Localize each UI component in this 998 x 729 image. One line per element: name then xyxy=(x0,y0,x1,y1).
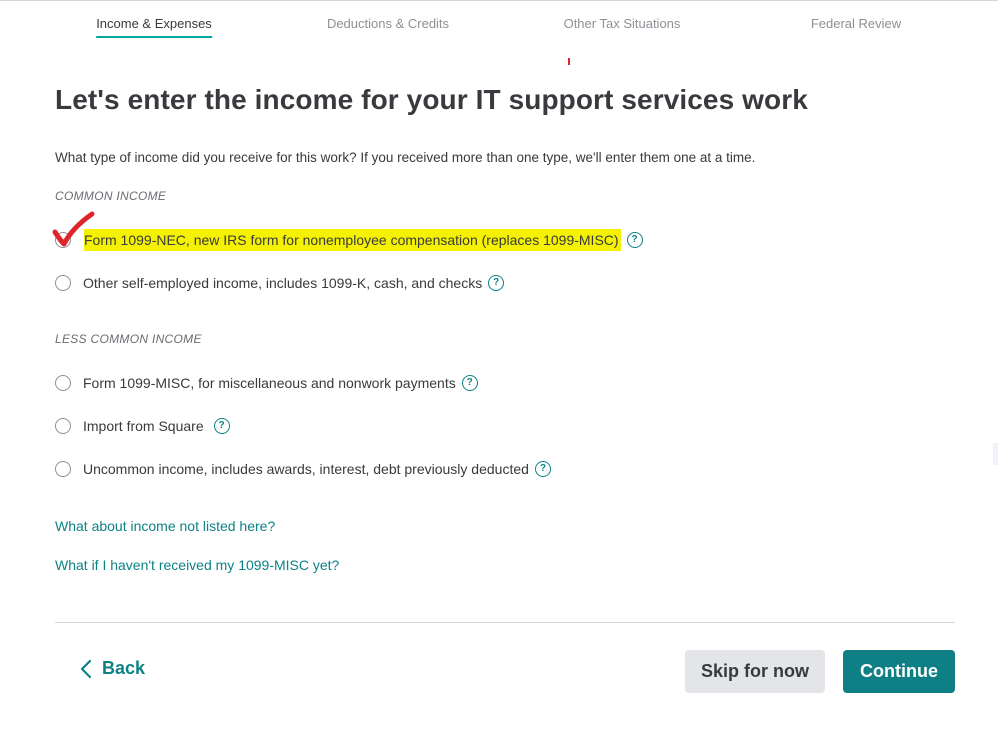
option-label-main: Import from Square xyxy=(83,418,204,434)
option-label: Uncommon income, includes awards, intere… xyxy=(83,461,529,477)
question-circle-icon[interactable]: ? xyxy=(461,375,478,391)
back-button-label: Back xyxy=(102,658,146,678)
continue-button[interactable]: Continue xyxy=(843,650,955,693)
option-label: Other self-employed income, includes 109… xyxy=(83,275,482,291)
radio-uncommon-income[interactable] xyxy=(55,461,71,477)
question-circle-icon[interactable]: ? xyxy=(534,461,551,477)
divider xyxy=(55,622,955,623)
option-1099-misc[interactable]: Form 1099-MISC, for miscellaneous and no… xyxy=(55,372,478,394)
tab-income-expenses[interactable]: Income & Expenses xyxy=(96,16,212,38)
progress-tabs: Income & Expenses Deductions & Credits O… xyxy=(0,0,998,44)
link-not-received-1099-misc[interactable]: What if I haven't received my 1099-MISC … xyxy=(55,557,339,573)
option-label-main: Other self-employed income xyxy=(83,275,259,291)
option-label-main: Uncommon income xyxy=(83,461,204,477)
question-circle-icon[interactable]: ? xyxy=(488,275,505,291)
radio-1099-misc[interactable] xyxy=(55,375,71,391)
annotation-mark xyxy=(568,58,570,65)
tab-federal-review[interactable]: Federal Review xyxy=(811,16,901,36)
option-label-sub: , new IRS form for nonemployee compensat… xyxy=(185,232,619,248)
option-label: Import from Square xyxy=(83,418,204,434)
option-1099-nec[interactable]: Form 1099-NEC, new IRS form for nonemplo… xyxy=(55,229,643,251)
page-title: Let's enter the income for your IT suppo… xyxy=(55,84,808,115)
question-circle-icon[interactable]: ? xyxy=(626,232,643,248)
option-label-sub: , includes awards, interest, debt previo… xyxy=(203,461,529,477)
skip-for-now-button[interactable]: Skip for now xyxy=(685,650,825,693)
tab-other-tax-situations[interactable]: Other Tax Situations xyxy=(564,16,681,36)
tab-deductions-credits[interactable]: Deductions & Credits xyxy=(327,16,449,36)
question-circle-icon[interactable]: ? xyxy=(213,418,230,434)
back-button[interactable]: Back xyxy=(80,658,145,679)
section-label-common: COMMON INCOME xyxy=(55,189,167,203)
scrollbar-thumb[interactable] xyxy=(993,443,998,465)
option-self-employed[interactable]: Other self-employed income, includes 109… xyxy=(55,272,505,294)
section-label-less-common: LESS COMMON INCOME xyxy=(55,332,202,346)
radio-import-square[interactable] xyxy=(55,418,71,434)
option-label-main: Form 1099-NEC xyxy=(84,232,186,248)
radio-self-employed[interactable] xyxy=(55,275,71,291)
option-uncommon-income[interactable]: Uncommon income, includes awards, intere… xyxy=(55,458,551,480)
page-intro: What type of income did you receive for … xyxy=(55,150,756,165)
option-label-main: Form 1099-MISC xyxy=(83,375,191,391)
link-income-not-listed[interactable]: What about income not listed here? xyxy=(55,518,275,534)
option-import-square[interactable]: Import from Square ? xyxy=(55,415,230,437)
option-label-sub: , for miscellaneous and nonwork payments xyxy=(190,375,456,391)
option-label-sub: , includes 1099-K, cash, and checks xyxy=(258,275,483,291)
red-checkmark-annotation xyxy=(52,211,95,247)
option-label: Form 1099-MISC, for miscellaneous and no… xyxy=(83,375,456,391)
option-label: Form 1099-NEC, new IRS form for nonemplo… xyxy=(84,229,621,251)
chevron-left-icon xyxy=(80,659,92,678)
